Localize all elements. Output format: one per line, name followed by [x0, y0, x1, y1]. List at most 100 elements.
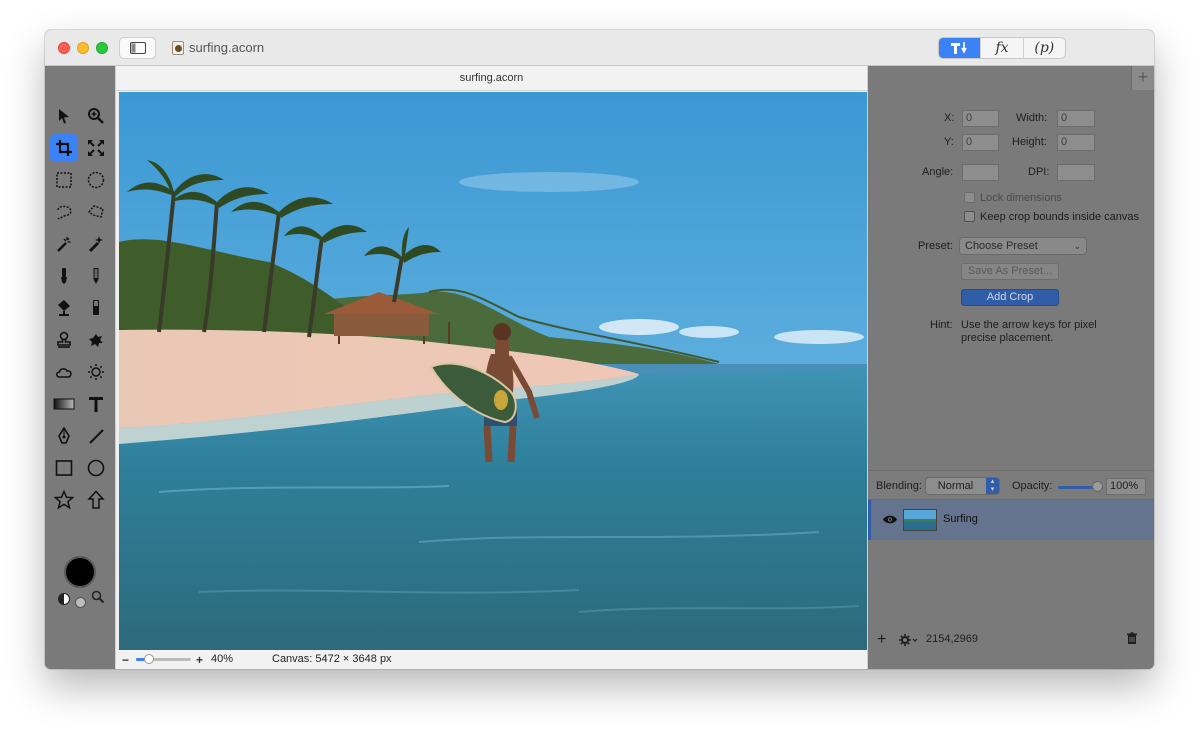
circle-icon — [87, 459, 105, 477]
minimize-window-button[interactable] — [77, 42, 89, 54]
zoom-tool[interactable] — [82, 102, 110, 130]
clone-stamp-tool[interactable] — [50, 326, 78, 354]
lasso-tool[interactable] — [50, 198, 78, 226]
preset-value: Choose Preset — [965, 240, 1038, 252]
save-as-preset-button[interactable]: Save As Preset... — [961, 263, 1059, 280]
layer-thumbnail — [903, 509, 937, 531]
document-icon — [172, 41, 184, 55]
x-field[interactable]: 0 — [962, 110, 999, 127]
zoom-slider[interactable] — [136, 654, 191, 664]
canvas-window-title: surfing.acorn — [116, 66, 867, 91]
x-label: X: — [944, 112, 955, 124]
magic-brush-icon — [88, 236, 103, 253]
up-arrow-icon — [87, 490, 105, 509]
layer-row[interactable]: Surfing — [868, 500, 1154, 540]
polygon-lasso-icon — [87, 205, 104, 218]
tools-icon — [950, 42, 967, 54]
brush-tool[interactable] — [50, 262, 78, 290]
app-window: surfing.acorn fx (p) surfing.acorn − + 4… — [45, 30, 1154, 669]
color-picker-magnifier-icon[interactable] — [91, 590, 105, 604]
paint-bucket-tool[interactable] — [50, 294, 78, 322]
expand-arrows-icon — [88, 140, 104, 156]
sun-tool[interactable] — [82, 358, 110, 386]
properties-tab[interactable]: (p) — [1022, 38, 1065, 58]
angle-field[interactable] — [962, 164, 999, 181]
window-title: surfing.acorn — [189, 40, 265, 55]
arrow-tool[interactable] — [82, 486, 110, 514]
line-icon — [89, 429, 104, 444]
hint-label: Hint: — [930, 319, 953, 331]
sidebar-icon — [129, 42, 146, 54]
rect-select-tool[interactable] — [50, 166, 78, 194]
rectangle-tool[interactable] — [50, 454, 78, 482]
foreground-color-well[interactable] — [64, 556, 96, 588]
photo-canvas[interactable] — [119, 92, 867, 650]
cloud-tool[interactable] — [50, 358, 78, 386]
text-tool[interactable] — [82, 390, 110, 418]
y-label: Y: — [944, 136, 954, 148]
add-panel-button[interactable]: + — [1131, 66, 1154, 90]
dpi-field[interactable] — [1057, 164, 1095, 181]
magic-brush-tool[interactable] — [82, 230, 110, 258]
transform-tool[interactable] — [82, 134, 110, 162]
blending-popup[interactable]: Normal ▴ ▾ — [925, 477, 1000, 495]
y-field[interactable]: 0 — [962, 134, 999, 151]
keep-bounds-label: Keep crop bounds inside canvas — [980, 211, 1139, 223]
zoom-out-button[interactable]: − — [122, 653, 129, 667]
close-window-button[interactable] — [58, 42, 70, 54]
ellipse-marquee-icon — [87, 171, 105, 189]
keep-bounds-checkbox[interactable] — [964, 211, 975, 222]
canvas-status-bar: − + 40% Canvas: 5472 × 3648 px — [116, 650, 867, 669]
pen-tool[interactable] — [50, 422, 78, 450]
eraser-tool[interactable] — [82, 294, 110, 322]
star-tool[interactable] — [50, 486, 78, 514]
move-tool[interactable] — [50, 102, 78, 130]
zoom-in-button[interactable]: + — [196, 653, 203, 667]
width-field[interactable]: 0 — [1057, 110, 1095, 127]
pen-nib-icon — [58, 427, 70, 444]
gradient-icon — [53, 398, 75, 410]
add-layer-button[interactable]: + — [877, 631, 886, 649]
text-icon — [89, 397, 103, 412]
cloud-icon — [56, 368, 72, 378]
hint-text-2: precise placement. — [961, 332, 1054, 344]
tool-palette — [45, 66, 115, 669]
line-tool[interactable] — [82, 422, 110, 450]
zoom-percent: 40% — [211, 653, 234, 665]
eraser-icon — [93, 300, 99, 315]
lock-dimensions-checkbox[interactable] — [964, 192, 975, 203]
lasso-icon — [57, 205, 72, 220]
title-bar: surfing.acorn fx (p) — [45, 30, 1154, 66]
height-field[interactable]: 0 — [1057, 134, 1095, 151]
paintbrush-icon — [61, 268, 67, 284]
opacity-label: Opacity: — [1012, 480, 1053, 492]
splat-icon — [89, 334, 103, 347]
sidebar-toggle-button[interactable] — [119, 37, 156, 59]
swap-colors-icon[interactable] — [57, 592, 71, 606]
zoom-slider-knob[interactable] — [144, 654, 154, 664]
tool-options-tab[interactable] — [939, 38, 981, 58]
add-crop-button[interactable]: Add Crop — [961, 289, 1059, 306]
pencil-tool[interactable] — [82, 262, 110, 290]
filters-tab[interactable]: fx — [980, 38, 1022, 58]
gradient-tool[interactable] — [50, 390, 78, 418]
crop-tool[interactable] — [50, 134, 78, 162]
star-icon — [54, 490, 74, 510]
background-color-well[interactable] — [75, 597, 86, 608]
ellipse-select-tool[interactable] — [82, 166, 110, 194]
polygon-lasso-tool[interactable] — [82, 198, 110, 226]
zoom-window-button[interactable] — [96, 42, 108, 54]
gear-icon[interactable] — [898, 633, 918, 647]
smudge-tool[interactable] — [82, 326, 110, 354]
opacity-slider-knob[interactable] — [1092, 481, 1103, 492]
preset-popup[interactable]: Choose Preset ⌄ — [959, 237, 1087, 255]
trash-icon[interactable] — [1126, 632, 1138, 645]
circle-tool[interactable] — [82, 454, 110, 482]
opacity-field[interactable]: 100% — [1106, 478, 1146, 495]
magic-wand-tool[interactable] — [50, 230, 78, 258]
eye-icon[interactable] — [882, 514, 898, 525]
paint-bucket-icon — [58, 300, 70, 316]
angle-label: Angle: — [922, 166, 954, 178]
surf-photo-image — [119, 92, 867, 650]
crop-icon — [56, 140, 72, 156]
